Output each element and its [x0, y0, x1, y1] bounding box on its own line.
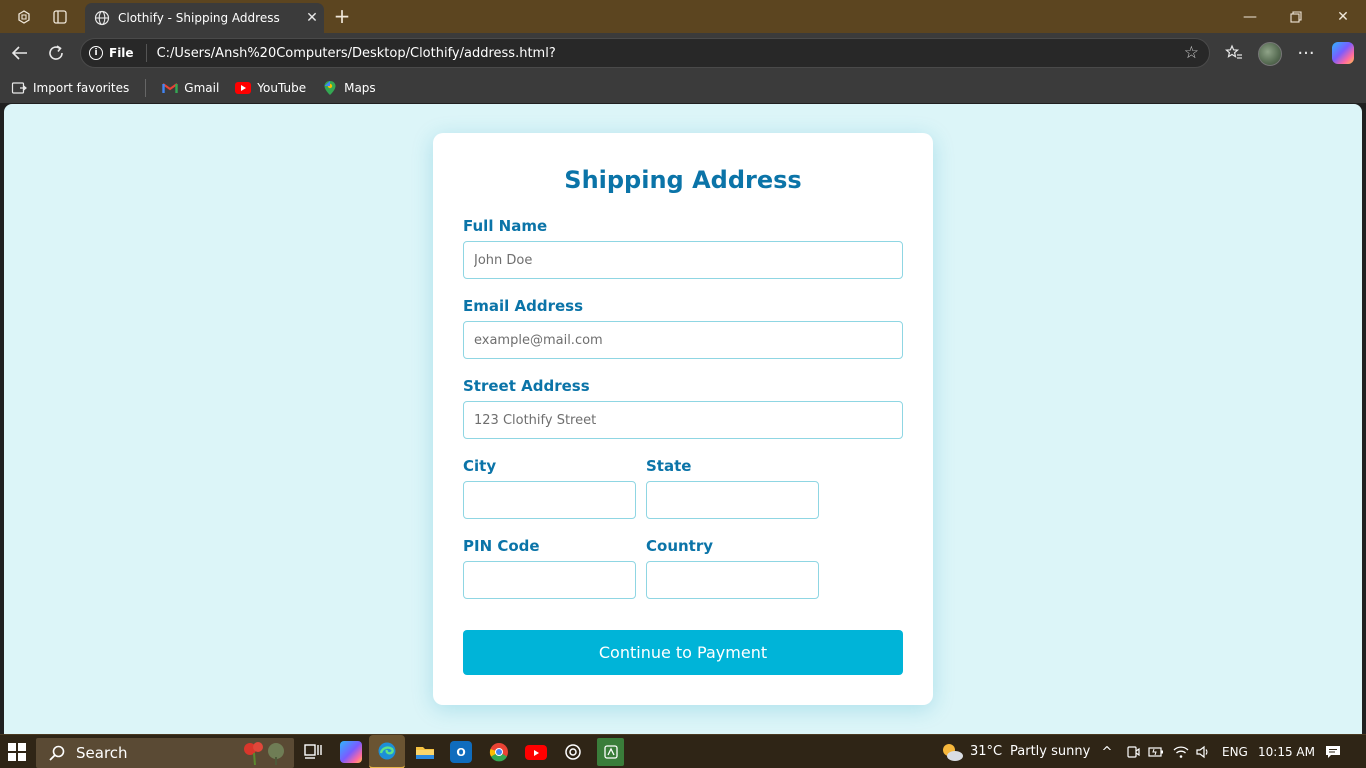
workspaces-icon[interactable]	[13, 6, 35, 28]
back-icon[interactable]	[6, 39, 34, 67]
refresh-icon[interactable]	[42, 39, 70, 67]
task-view-icon[interactable]	[302, 741, 324, 763]
favorite-label: Import favorites	[33, 81, 130, 95]
youtube-app-icon[interactable]	[525, 745, 547, 760]
volume-icon[interactable]	[1194, 743, 1212, 761]
maps-icon	[322, 80, 338, 96]
import-favorites-icon	[11, 80, 27, 96]
full-name-label: Full Name	[463, 217, 548, 235]
meet-now-icon[interactable]	[1124, 743, 1142, 761]
email-label: Email Address	[463, 297, 584, 315]
street-address-label: Street Address	[463, 377, 590, 395]
city-label: City	[463, 457, 497, 475]
vertical-tabs-icon[interactable]	[49, 6, 71, 28]
pin-code-label: PIN Code	[463, 537, 540, 555]
outlook-icon[interactable]: O	[450, 741, 472, 763]
profile-avatar[interactable]	[1258, 42, 1282, 66]
notifications-icon[interactable]	[1324, 743, 1342, 761]
close-window-icon[interactable]: ✕	[1320, 4, 1366, 30]
minimize-icon[interactable]: —	[1227, 4, 1273, 30]
favorite-star-icon[interactable]: ☆	[1184, 43, 1199, 63]
gmail-icon	[162, 80, 178, 96]
globe-icon	[94, 10, 110, 26]
favorite-gmail[interactable]: Gmail	[162, 80, 219, 96]
whatsapp-icon[interactable]	[597, 738, 624, 766]
favorite-label: YouTube	[257, 81, 307, 95]
copilot-icon[interactable]	[1332, 42, 1354, 64]
edge-icon[interactable]	[369, 735, 405, 768]
url-text[interactable]: C:/Users/Ansh%20Computers/Desktop/Clothi…	[157, 46, 1209, 61]
state-input[interactable]	[646, 481, 819, 519]
street-address-input[interactable]	[463, 401, 903, 439]
full-name-input[interactable]	[463, 241, 903, 279]
info-icon: i	[89, 46, 103, 60]
new-tab-icon[interactable]: +	[331, 5, 353, 27]
continue-to-payment-button[interactable]: Continue to Payment	[463, 630, 903, 675]
close-tab-icon[interactable]: ✕	[300, 6, 324, 30]
search-highlight-icon	[244, 742, 284, 765]
windows-start-icon[interactable]	[8, 743, 26, 761]
browser-tab[interactable]: Clothify - Shipping Address ✕	[85, 3, 324, 33]
chatgpt-icon[interactable]	[562, 741, 584, 763]
windows-taskbar: Search O 31°C Partly sunny ^ ENG 10:15 A…	[0, 734, 1366, 768]
favorites-icon[interactable]	[1220, 39, 1248, 67]
country-input[interactable]	[646, 561, 819, 599]
city-input[interactable]	[463, 481, 636, 519]
tab-title: Clothify - Shipping Address	[118, 11, 280, 25]
weather-icon[interactable]	[940, 741, 964, 763]
country-label: Country	[646, 537, 714, 555]
chevron-up-icon[interactable]: ^	[1098, 743, 1116, 761]
page-title: Shipping Address	[564, 166, 802, 194]
email-input[interactable]	[463, 321, 903, 359]
site-info-label: File	[109, 46, 134, 60]
favorite-import[interactable]: Import favorites	[11, 80, 129, 96]
search-label: Search	[76, 744, 128, 762]
shipping-form-card: Shipping Address Full Name Email Address…	[433, 133, 933, 705]
favorite-maps[interactable]: Maps	[322, 80, 376, 96]
taskbar-search[interactable]: Search	[36, 738, 294, 768]
chrome-icon[interactable]	[488, 741, 510, 763]
weather-description[interactable]: Partly sunny	[1010, 744, 1090, 759]
clock[interactable]: 10:15 AM	[1258, 745, 1315, 759]
copilot-app-icon[interactable]	[340, 741, 362, 763]
pin-code-input[interactable]	[463, 561, 636, 599]
site-info-button[interactable]: i File	[89, 44, 147, 62]
browser-toolbar: i File C:/Users/Ansh%20Computers/Desktop…	[0, 33, 1366, 73]
language-indicator[interactable]: ENG	[1222, 745, 1248, 759]
weather-temperature[interactable]: 31°C	[970, 744, 1002, 759]
restore-icon[interactable]	[1273, 4, 1319, 30]
search-icon	[49, 745, 65, 761]
wifi-icon[interactable]	[1172, 743, 1190, 761]
favorites-bar: Import favorites Gmail YouTube Maps	[0, 73, 1366, 103]
page-viewport: Shipping Address Full Name Email Address…	[4, 104, 1362, 734]
favorite-youtube[interactable]: YouTube	[235, 81, 306, 95]
more-options-icon[interactable]: ···	[1292, 39, 1320, 67]
browser-title-bar: Clothify - Shipping Address ✕ + — ✕	[0, 0, 1366, 33]
state-label: State	[646, 457, 692, 475]
file-explorer-icon[interactable]	[414, 741, 436, 763]
battery-icon[interactable]	[1147, 743, 1165, 761]
address-bar[interactable]: i File C:/Users/Ansh%20Computers/Desktop…	[80, 38, 1210, 68]
favorites-divider	[145, 79, 147, 97]
favorite-label: Maps	[344, 81, 376, 95]
youtube-icon	[235, 82, 252, 94]
favorite-label: Gmail	[184, 81, 220, 95]
